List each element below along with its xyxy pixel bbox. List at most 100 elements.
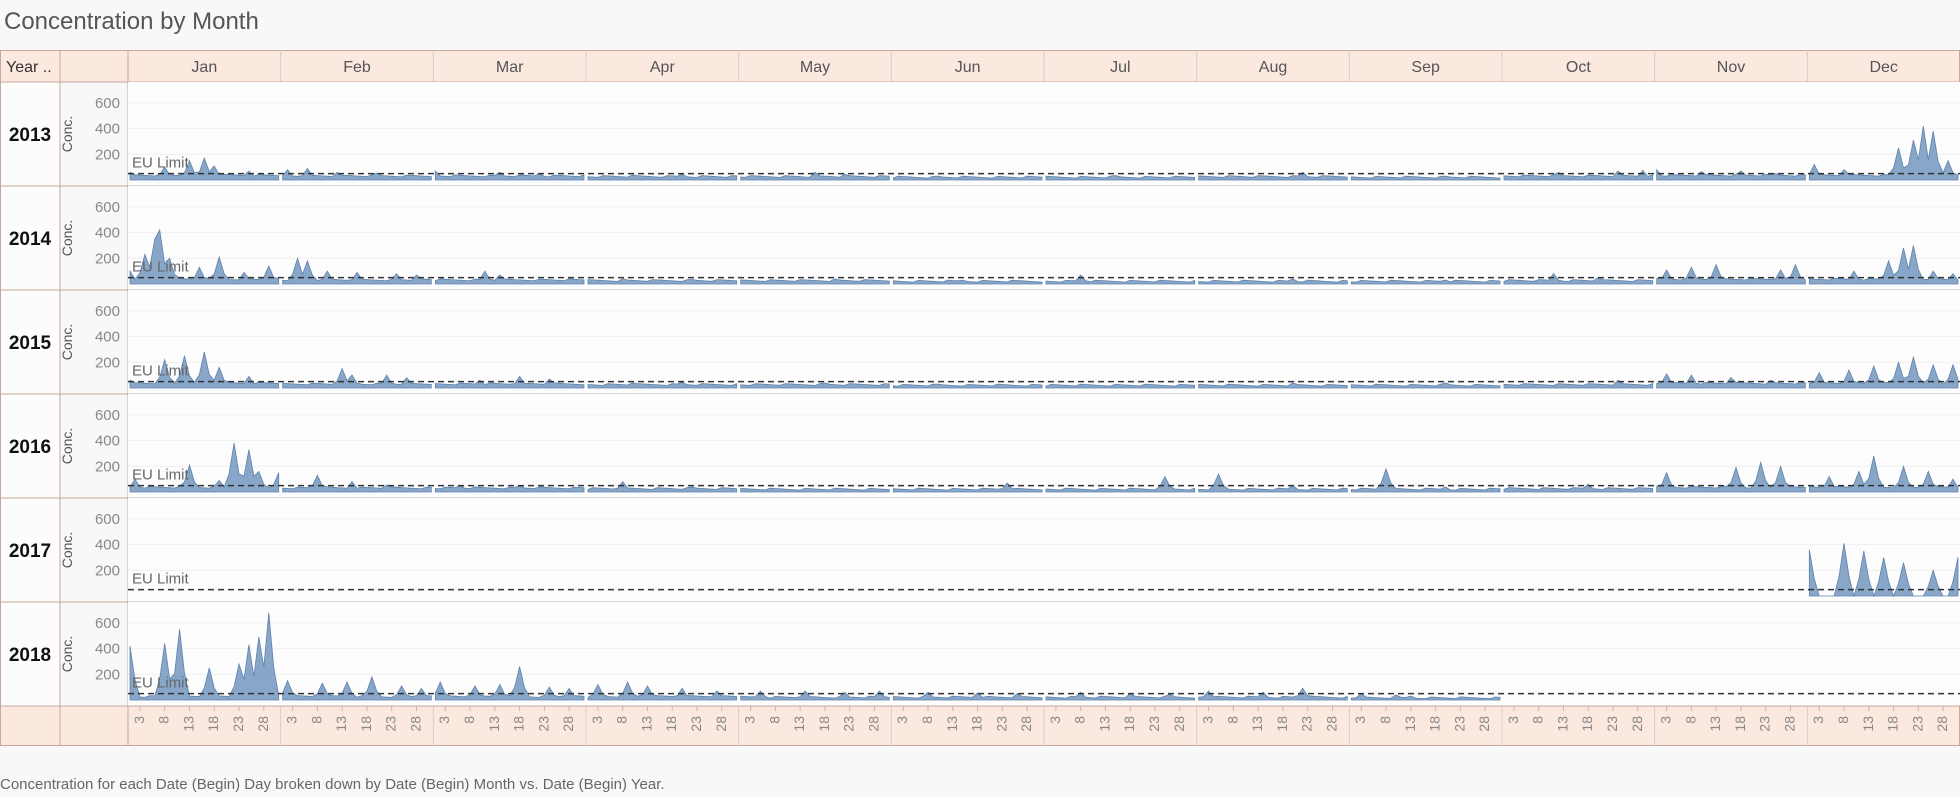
y-tick-label: 600 <box>95 511 120 528</box>
x-tick-label: 28 <box>1781 716 1797 732</box>
x-tick-label: 8 <box>1530 716 1546 724</box>
month-header-dec: Dec <box>1869 59 1897 76</box>
y-axis-label: Conc. <box>59 636 75 673</box>
y-tick-label: 200 <box>95 146 120 163</box>
year-label-2016: 2016 <box>9 437 51 458</box>
x-tick-label: 3 <box>1810 716 1826 724</box>
x-tick-label: 18 <box>663 716 679 732</box>
x-tick-label: 8 <box>1377 716 1393 724</box>
chart-caption: Concentration for each Date (Begin) Day … <box>0 776 665 793</box>
x-tick-label: 28 <box>1934 716 1950 732</box>
x-tick-label: 13 <box>486 716 502 732</box>
month-header-sep: Sep <box>1411 59 1440 76</box>
x-tick-label: 23 <box>688 716 704 732</box>
x-tick-label: 28 <box>713 716 729 732</box>
month-header-oct: Oct <box>1566 59 1591 76</box>
x-tick-label: 28 <box>1171 716 1187 732</box>
y-tick-label: 200 <box>95 562 120 579</box>
y-tick-label: 600 <box>95 199 120 216</box>
x-tick-label: 13 <box>1096 716 1112 732</box>
x-tick-label: 8 <box>614 716 630 724</box>
year-label-2013: 2013 <box>9 125 51 146</box>
x-tick-label: 3 <box>1658 716 1674 724</box>
x-tick-label: 18 <box>1732 716 1748 732</box>
month-header-jun: Jun <box>955 59 981 76</box>
x-tick-label: 18 <box>1274 716 1290 732</box>
y-tick-label: 400 <box>95 433 120 450</box>
month-header-mar: Mar <box>496 59 524 76</box>
eu-limit-label: EU Limit <box>132 155 190 172</box>
x-tick-label: 23 <box>1451 716 1467 732</box>
x-tick-label: 13 <box>638 716 654 732</box>
x-tick-label: 18 <box>1885 716 1901 732</box>
x-tick-label: 13 <box>1707 716 1723 732</box>
x-tick-label: 3 <box>1505 716 1521 724</box>
x-tick-label: 8 <box>1072 716 1088 724</box>
x-tick-label: 18 <box>358 716 374 732</box>
x-tick-label: 3 <box>1200 716 1216 724</box>
row-plot-area <box>128 498 1960 602</box>
x-tick-label: 3 <box>131 716 147 724</box>
y-tick-label: 400 <box>95 225 120 242</box>
x-tick-label: 23 <box>383 716 399 732</box>
x-tick-label: 18 <box>205 716 221 732</box>
y-tick-label: 600 <box>95 407 120 424</box>
x-tick-label: 23 <box>1146 716 1162 732</box>
y-tick-label: 600 <box>95 95 120 112</box>
x-tick-label: 23 <box>1909 716 1925 732</box>
month-header-feb: Feb <box>343 59 371 76</box>
x-tick-label: 18 <box>1121 716 1137 732</box>
x-tick-label: 8 <box>1682 716 1698 724</box>
x-tick-label: 28 <box>865 716 881 732</box>
y-tick-label: 200 <box>95 666 120 683</box>
y-tick-label: 400 <box>95 641 120 658</box>
year-label-2018: 2018 <box>9 645 51 666</box>
year-label-2014: 2014 <box>9 229 52 250</box>
x-tick-label: 8 <box>308 716 324 724</box>
x-tick-label: 28 <box>407 716 423 732</box>
x-tick-label: 3 <box>894 716 910 724</box>
x-tick-label: 3 <box>589 716 605 724</box>
y-tick-label: 400 <box>95 329 120 346</box>
y-axis-label: Conc. <box>59 220 75 257</box>
row-plot-area <box>128 82 1960 186</box>
y-tick-label: 400 <box>95 121 120 138</box>
x-tick-label: 13 <box>180 716 196 732</box>
x-tick-label: 3 <box>436 716 452 724</box>
x-tick-label: 13 <box>791 716 807 732</box>
month-header-aug: Aug <box>1259 59 1287 76</box>
y-tick-label: 600 <box>95 303 120 320</box>
x-tick-label: 8 <box>156 716 172 724</box>
x-tick-label: 18 <box>1427 716 1443 732</box>
eu-limit-label: EU Limit <box>132 363 190 380</box>
x-tick-label: 8 <box>919 716 935 724</box>
y-tick-label: 400 <box>95 537 120 554</box>
month-header-nov: Nov <box>1717 59 1745 76</box>
x-tick-label: 8 <box>1835 716 1851 724</box>
x-tick-label: 23 <box>230 716 246 732</box>
x-tick-label: 28 <box>1629 716 1645 732</box>
month-header-may: May <box>800 59 830 76</box>
x-tick-label: 23 <box>1757 716 1773 732</box>
x-tick-label: 3 <box>284 716 300 724</box>
year-label-2017: 2017 <box>9 541 51 562</box>
x-tick-label: 13 <box>1402 716 1418 732</box>
x-tick-label: 3 <box>742 716 758 724</box>
x-tick-label: 13 <box>1249 716 1265 732</box>
eu-limit-label: EU Limit <box>132 675 190 692</box>
x-tick-label: 8 <box>461 716 477 724</box>
x-tick-label: 23 <box>993 716 1009 732</box>
y-tick-label: 200 <box>95 458 120 475</box>
x-tick-label: 8 <box>766 716 782 724</box>
y-tick-label: 600 <box>95 615 120 632</box>
x-tick-label: 23 <box>841 716 857 732</box>
x-tick-label: 18 <box>511 716 527 732</box>
x-tick-label: 18 <box>969 716 985 732</box>
x-tick-label: 13 <box>1860 716 1876 732</box>
x-tick-label: 18 <box>816 716 832 732</box>
x-tick-label: 23 <box>535 716 551 732</box>
x-tick-label: 28 <box>1476 716 1492 732</box>
x-tick-label: 18 <box>1579 716 1595 732</box>
x-tick-label: 3 <box>1352 716 1368 724</box>
area-chart: Year .. Jan Feb Mar Apr May Jun Jul Aug Sep Oct Nov… <box>0 50 1960 746</box>
